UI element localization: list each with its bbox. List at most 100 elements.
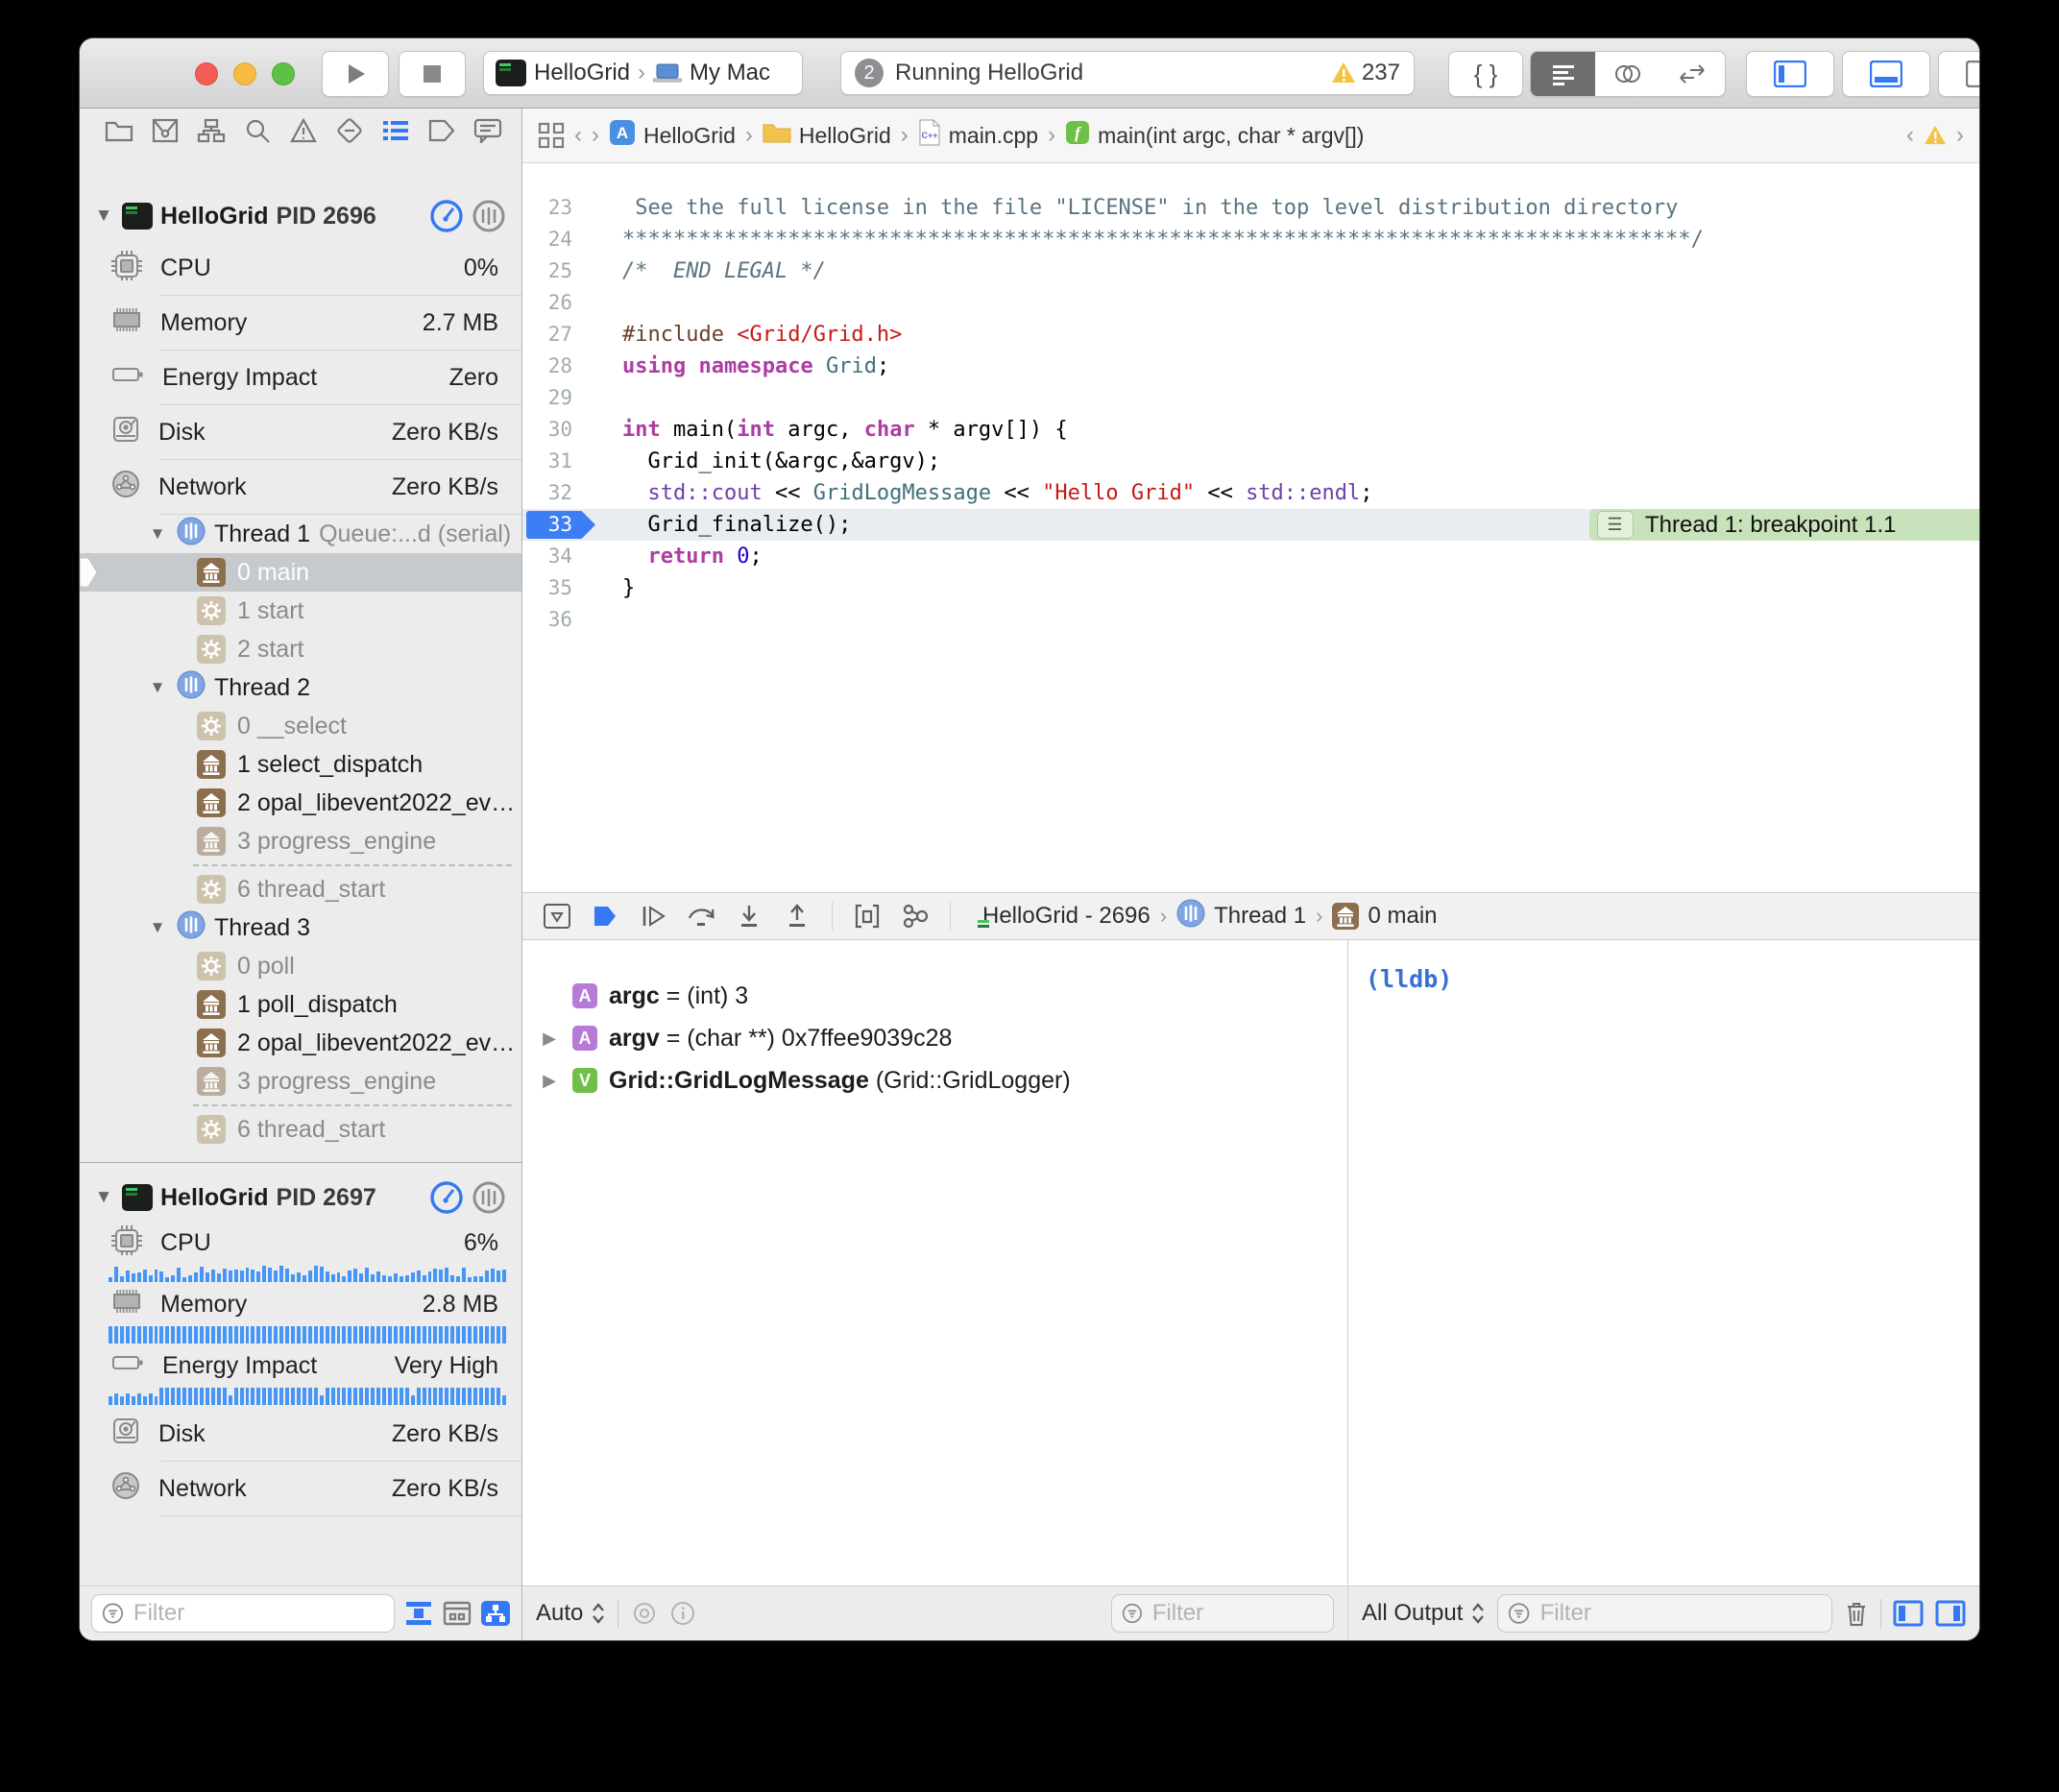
go-back-button[interactable]: ‹ [574, 122, 582, 149]
close-window-button[interactable] [195, 62, 218, 85]
stack-frame[interactable]: 6 thread_start [80, 1110, 521, 1149]
console-filter-field[interactable] [1497, 1594, 1832, 1633]
navigator-filter-input[interactable] [132, 1599, 384, 1628]
toggle-debug-area-button[interactable] [1842, 51, 1930, 97]
threads-view-button[interactable] [472, 1180, 506, 1215]
info-icon[interactable] [670, 1601, 695, 1626]
code-line[interactable]: 36 [522, 604, 1979, 636]
memory-graph-button[interactable] [894, 897, 936, 935]
code-line[interactable]: 34 return 0; [522, 541, 1979, 572]
step-out-button[interactable] [776, 897, 818, 935]
stat-row-network[interactable]: NetworkZero KB/s [80, 460, 521, 514]
code-line[interactable]: 32 std::cout << GridLogMessage << "Hello… [522, 477, 1979, 509]
version-editor-button[interactable] [1660, 52, 1725, 96]
disclosure-triangle[interactable]: ▶ [538, 1071, 561, 1091]
console-output[interactable]: (lldb) [1348, 940, 1979, 1586]
stack-frame[interactable]: 1 select_dispatch [80, 745, 521, 784]
line-number-gutter[interactable]: 32 [522, 477, 601, 509]
line-number[interactable]: 28 [522, 351, 572, 382]
tab-test-navigator[interactable] [335, 116, 364, 145]
code-snippets-button[interactable]: { } [1448, 51, 1523, 97]
source-editor[interactable]: 23 See the full license in the file "LIC… [522, 163, 1979, 892]
variables-filter-input[interactable] [1151, 1599, 1323, 1628]
tab-breakpoint-navigator[interactable] [427, 116, 456, 145]
line-number-gutter[interactable]: 24 [522, 224, 601, 255]
clear-console-button[interactable] [1844, 1600, 1869, 1627]
stat-row-energy[interactable]: Energy ImpactVery High [80, 1345, 521, 1386]
code-line[interactable]: 31 Grid_init(&argc,&argv); [522, 446, 1979, 477]
line-number-gutter[interactable]: 35 [522, 572, 601, 604]
process-row[interactable]: ▼HelloGridPID 2696 [80, 191, 521, 241]
code-line[interactable]: 35} [522, 572, 1979, 604]
jumpbar-item-function[interactable]: fmain(int argc, char * argv[]) [1065, 120, 1364, 151]
hide-debug-area-button[interactable] [536, 897, 578, 935]
stack-frame[interactable]: 3 progress_engine [80, 822, 521, 860]
line-number[interactable]: 26 [522, 287, 572, 319]
flatten-view-button[interactable] [404, 1601, 433, 1626]
toggle-variables-view-button[interactable] [1893, 1600, 1924, 1627]
line-number[interactable]: 33 [522, 509, 572, 541]
quicklook-eye-icon[interactable] [630, 1602, 659, 1625]
tab-report-navigator[interactable] [473, 116, 502, 145]
line-number[interactable]: 31 [522, 446, 572, 477]
code-line[interactable]: 30int main(int argc, char * argv[]) { [522, 414, 1979, 446]
line-number-gutter[interactable]: 26 [522, 287, 601, 319]
go-forward-button[interactable]: › [592, 122, 599, 149]
stat-row-cpu[interactable]: CPU6% [80, 1223, 521, 1263]
tab-issue-navigator[interactable] [289, 116, 318, 145]
thread-row[interactable]: ▼Thread 3 [80, 908, 521, 947]
disclosure-triangle[interactable]: ▶ [538, 1029, 561, 1049]
code-line[interactable]: 23 See the full license in the file "LIC… [522, 192, 1979, 224]
code-line[interactable]: 25/* END LEGAL */ [522, 255, 1979, 287]
view-process-hierarchy-button[interactable] [481, 1601, 510, 1626]
line-number-gutter[interactable]: 31 [522, 446, 601, 477]
line-number[interactable]: 36 [522, 604, 572, 636]
stack-frame[interactable]: 2 start [80, 630, 521, 668]
disclosure-triangle[interactable]: ▼ [93, 206, 114, 227]
jumpbar-item-folder[interactable]: HelloGrid [763, 121, 891, 150]
process-row[interactable]: ▼HelloGridPID 2697 [80, 1173, 521, 1223]
tab-symbol-navigator[interactable] [197, 116, 226, 145]
stat-row-memory[interactable]: Memory2.7 MB [80, 296, 521, 350]
code-line[interactable]: 27#include <Grid/Grid.h> [522, 319, 1979, 351]
stat-row-network[interactable]: NetworkZero KB/s [80, 1462, 521, 1515]
debug-crumb-terminal[interactable]: HelloGrid - 2696 [974, 903, 1151, 930]
tab-debug-navigator-selected[interactable] [381, 116, 410, 145]
line-number[interactable]: 23 [522, 192, 572, 224]
line-number[interactable]: 35 [522, 572, 572, 604]
line-number[interactable]: 25 [522, 255, 572, 287]
issue-warning-icon[interactable] [1924, 125, 1947, 146]
disclosure-triangle[interactable]: ▼ [147, 918, 168, 937]
stat-row-disk[interactable]: DiskZero KB/s [80, 405, 521, 459]
disclosure-triangle[interactable]: ▼ [93, 1187, 114, 1208]
stat-row-memory[interactable]: Memory2.8 MB [80, 1284, 521, 1324]
line-number[interactable]: 32 [522, 477, 572, 509]
code-line[interactable]: 24**************************************… [522, 224, 1979, 255]
variable-row[interactable]: Aargc = (int) 3 [522, 975, 1347, 1017]
stack-frame[interactable]: 0 __select [80, 707, 521, 745]
minimize-window-button[interactable] [233, 62, 256, 85]
code-line[interactable]: 28using namespace Grid; [522, 351, 1979, 382]
line-number-gutter[interactable]: 36 [522, 604, 601, 636]
stack-frame[interactable]: 0 poll [80, 947, 521, 985]
disclosure-triangle[interactable]: ▼ [147, 524, 168, 544]
jumpbar-item-project[interactable]: AHelloGrid [609, 119, 736, 152]
line-number-gutter[interactable]: 23 [522, 192, 601, 224]
navigator-filter-field[interactable] [91, 1594, 395, 1633]
stack-frame[interactable]: 0 main [80, 553, 521, 592]
breakpoint-annotation[interactable]: ☰Thread 1: breakpoint 1.1 [1589, 509, 1979, 541]
stop-button[interactable] [399, 51, 466, 97]
stack-frame[interactable]: 1 start [80, 592, 521, 630]
stack-frame[interactable]: 6 thread_start [80, 870, 521, 908]
line-number[interactable]: 27 [522, 319, 572, 351]
line-number-gutter[interactable]: 29 [522, 382, 601, 414]
stack-frame[interactable]: 2 opal_libevent2022_ev… [80, 1024, 521, 1062]
disclosure-triangle[interactable]: ▼ [147, 678, 168, 697]
stat-row-energy[interactable]: Energy ImpactZero [80, 351, 521, 404]
standard-editor-button[interactable] [1531, 52, 1595, 96]
jumpbar-item-cppfile[interactable]: C++main.cpp [918, 119, 1038, 152]
toggle-navigator-button[interactable] [1746, 51, 1834, 97]
gauge-button[interactable] [429, 1180, 464, 1215]
thread-row[interactable]: ▼Thread 2 [80, 668, 521, 707]
step-into-button[interactable] [728, 897, 770, 935]
